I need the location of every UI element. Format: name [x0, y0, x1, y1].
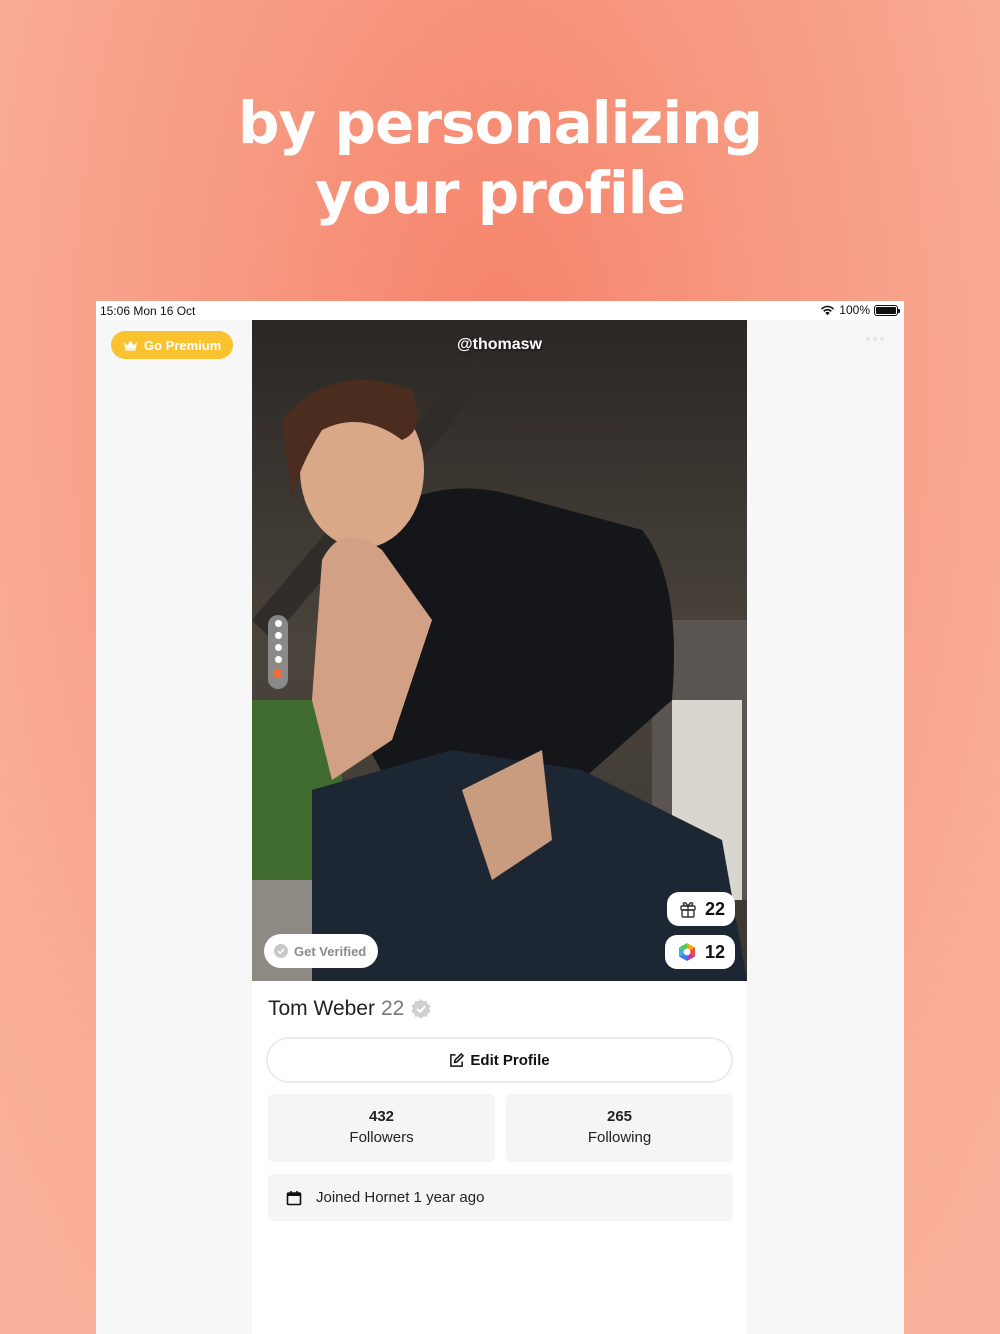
profile-name: Tom Weber [268, 997, 375, 1020]
profile-panel: @thomasw Get Verified 22 12 Tom Weber 22… [252, 320, 747, 1334]
status-bar: 15:06 Mon 16 Oct 100% [96, 301, 904, 320]
go-premium-label: Go Premium [144, 337, 222, 353]
pager-dot [274, 632, 282, 639]
pager-dot [274, 656, 282, 663]
points-count: 12 [704, 941, 725, 962]
device-screen: 15:06 Mon 16 Oct 100% Go Premium @thomas… [96, 301, 904, 1334]
status-right: 100% [820, 303, 900, 317]
edit-icon [450, 1052, 465, 1067]
get-verified-label: Get Verified [294, 943, 367, 959]
more-icon[interactable] [866, 337, 884, 341]
lock-icon [274, 669, 282, 678]
status-time: 15:06 Mon 16 Oct [100, 304, 196, 318]
check-circle-icon [274, 944, 288, 958]
profile-age: 22 [380, 997, 405, 1020]
followers-count: 432 [368, 1108, 395, 1125]
pager-dot [274, 620, 282, 627]
profile-name-row: Tom Weber 22 [268, 997, 432, 1021]
calendar-icon [286, 1190, 302, 1205]
headline-line-1: by personalizing [238, 89, 763, 157]
battery-icon [874, 304, 900, 316]
gifts-count: 22 [704, 898, 725, 919]
following-box[interactable]: 265 Following [506, 1094, 733, 1162]
headline-line-2: your profile [314, 159, 686, 227]
followers-box[interactable]: 432 Followers [268, 1094, 495, 1162]
get-verified-button[interactable]: Get Verified [264, 934, 379, 968]
edit-profile-button[interactable]: Edit Profile [266, 1037, 733, 1083]
following-count: 265 [606, 1108, 633, 1125]
points-icon [678, 943, 695, 961]
pager-dot [274, 644, 282, 651]
go-premium-button[interactable]: Go Premium [111, 331, 234, 359]
verified-badge-icon [411, 999, 431, 1019]
edit-profile-label: Edit Profile [470, 1051, 550, 1069]
gifts-chip[interactable]: 22 [666, 892, 735, 926]
photo-pager[interactable] [268, 615, 288, 689]
points-chip[interactable]: 12 [664, 935, 735, 969]
username-label: @thomasw [457, 336, 542, 353]
gift-icon [680, 901, 696, 918]
joined-text: Joined Hornet 1 year ago [316, 1189, 485, 1206]
profile-photo[interactable]: @thomasw Get Verified 22 12 [252, 320, 747, 981]
crown-icon [123, 340, 138, 351]
battery-percent: 100% [839, 303, 870, 317]
joined-row: Joined Hornet 1 year ago [268, 1174, 733, 1221]
wifi-icon [821, 305, 835, 316]
photo-illustration [252, 320, 747, 981]
followers-label: Followers [349, 1129, 414, 1146]
following-label: Following [587, 1129, 652, 1146]
headline: by personalizing your profile [0, 88, 1000, 228]
